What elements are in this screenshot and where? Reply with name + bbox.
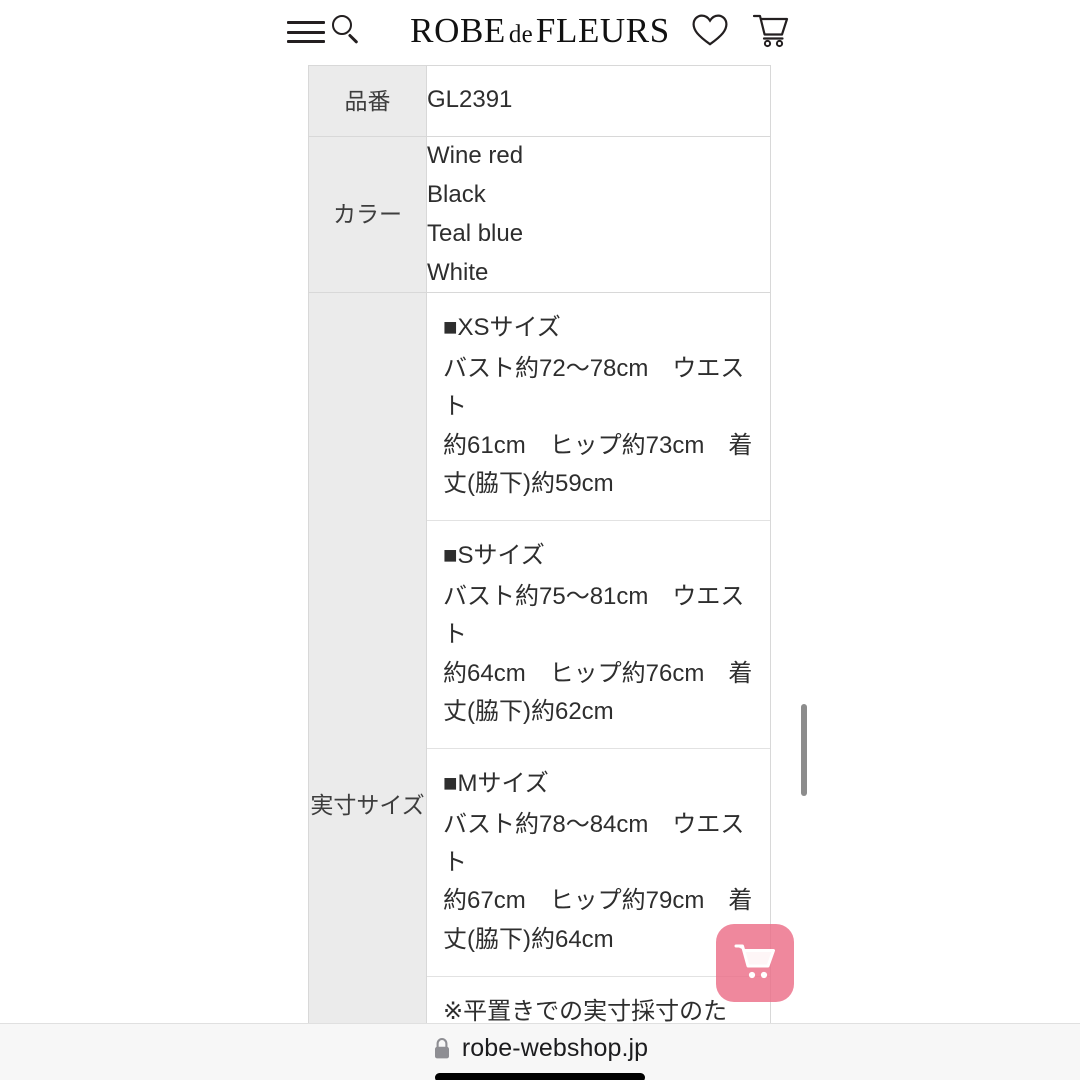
- measurement-block-list: ■XSサイズ バスト約72〜78cm ウエスト 約61cm ヒップ約73cm 着…: [427, 293, 770, 1024]
- measurement-line: 約67cm ヒップ約79cm 着: [443, 887, 753, 915]
- measurement-line: バスト約78〜84cm ウエスト: [443, 810, 745, 877]
- color-option: White: [427, 258, 489, 286]
- table-row: カラー Wine red Black Teal blue White: [308, 136, 771, 294]
- spec-value-product-number: GL2391: [426, 65, 771, 137]
- lock-icon: [432, 1036, 452, 1061]
- measurement-line: 丈(脇下)約64cm: [443, 925, 614, 953]
- brand-part2: FLEURS: [535, 11, 670, 50]
- scrollbar-thumb[interactable]: [801, 704, 807, 796]
- measurement-line: 丈(脇下)約62cm: [443, 697, 614, 725]
- measurement-line: 丈(脇下)約59cm: [443, 469, 614, 497]
- header-right-controls: [691, 12, 791, 48]
- measurement-block-s: ■Sサイズ バスト約75〜81cm ウエスト 約64cm ヒップ約76cm 着 …: [427, 520, 770, 750]
- page-content-scroll-area[interactable]: 品番 GL2391 カラー Wine red Black Teal blue W…: [0, 62, 1080, 1024]
- measurement-line: 約61cm ヒップ約73cm 着: [443, 431, 753, 459]
- home-indicator: [435, 1073, 645, 1080]
- list-item: ■Sサイズ バスト約75〜81cm ウエスト 約64cm ヒップ約76cm 着 …: [427, 520, 770, 750]
- spec-label-product-number: 品番: [308, 65, 427, 137]
- measurement-heading: ■Sサイズ: [443, 542, 545, 570]
- url-bar[interactable]: robe-webshop.jp: [0, 1034, 1080, 1063]
- header-left-controls: [287, 13, 364, 48]
- page-scrollbar[interactable]: [800, 62, 808, 1024]
- list-item: ■XSサイズ バスト約72〜78cm ウエスト 約61cm ヒップ約73cm 着…: [427, 293, 770, 522]
- mobile-browser-viewport: ROBE deFLEURS 品番 GL2391 カラー Wine red Bla…: [0, 0, 1080, 1080]
- spec-value-measurements: ■XSサイズ バスト約72〜78cm ウエスト 約61cm ヒップ約73cm 着…: [426, 292, 771, 1024]
- note-line: ※平置きでの実寸採寸のため、: [443, 998, 728, 1024]
- browser-bottom-bar: robe-webshop.jp: [0, 1023, 1080, 1080]
- heart-icon[interactable]: [691, 13, 729, 47]
- hamburger-menu-icon[interactable]: [287, 18, 325, 43]
- spec-label-color: カラー: [308, 136, 427, 294]
- brand-part1: ROBE: [410, 11, 506, 50]
- spec-label-measurements: 実寸サイズ: [308, 292, 427, 1024]
- search-icon[interactable]: [330, 14, 364, 48]
- measurement-line: バスト約75〜81cm ウエスト: [443, 582, 745, 649]
- site-header: ROBE deFLEURS: [0, 0, 1080, 62]
- measurement-block-xs: ■XSサイズ バスト約72〜78cm ウエスト 約61cm ヒップ約73cm 着…: [427, 293, 770, 522]
- measurement-heading: ■Mサイズ: [443, 770, 549, 798]
- floating-cart-button[interactable]: [716, 924, 794, 1002]
- table-row: 実寸サイズ ■XSサイズ バスト約72〜78cm ウエスト 約61cm ヒップ約…: [308, 292, 771, 1024]
- color-option: Teal blue: [427, 219, 524, 247]
- table-row: 品番 GL2391: [308, 65, 771, 137]
- measurement-line: 約64cm ヒップ約76cm 着: [443, 659, 753, 687]
- cart-icon: [732, 941, 778, 986]
- color-option: Wine red: [427, 141, 524, 169]
- spec-value-color: Wine red Black Teal blue White: [426, 136, 771, 294]
- brand-logo[interactable]: ROBE deFLEURS: [0, 11, 1080, 51]
- measurement-line: バスト約72〜78cm ウエスト: [443, 354, 745, 421]
- product-spec-table: 品番 GL2391 カラー Wine red Black Teal blue W…: [308, 65, 771, 1024]
- measurement-heading: ■XSサイズ: [443, 314, 561, 342]
- url-text: robe-webshop.jp: [461, 1034, 649, 1062]
- color-option: Black: [427, 180, 486, 208]
- brand-de: de: [508, 21, 533, 48]
- cart-icon[interactable]: [751, 12, 791, 48]
